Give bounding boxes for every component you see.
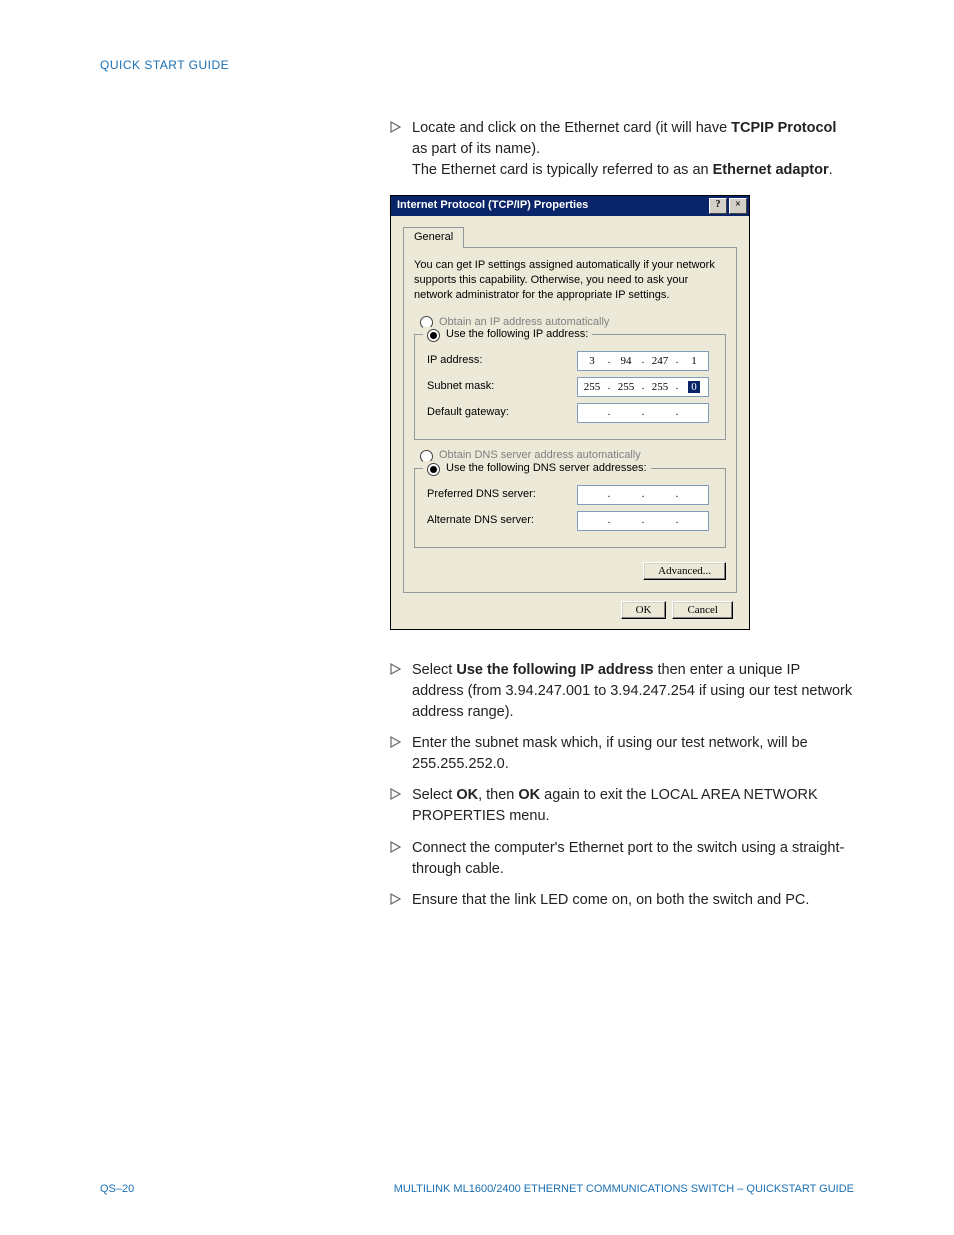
triangle-icon [390,663,402,723]
gateway-input[interactable]: . . . [577,403,709,423]
page-footer: QS–20 MULTILINK ML1600/2400 ETHERNET COM… [100,1183,854,1195]
ip-octet: 3 [578,355,606,367]
help-button[interactable]: ? [709,198,727,214]
page-number: QS–20 [100,1183,134,1195]
step-connect-cable: Connect the computer's Ethernet port to … [390,838,854,880]
radio-label: Use the following DNS server addresses: [446,461,647,477]
ip-octet: 255 [578,381,606,393]
radio-icon [427,329,440,342]
label-preferred-dns: Preferred DNS server: [427,487,577,503]
triangle-icon [390,841,402,880]
label-mask: Subnet mask: [427,379,577,395]
footer-title: MULTILINK ML1600/2400 ETHERNET COMMUNICA… [394,1183,854,1195]
ok-button[interactable]: OK [621,601,667,619]
radio-icon [427,463,440,476]
step-subnet-mask: Enter the subnet mask which, if using ou… [390,733,854,775]
page-header: QUICK START GUIDE [100,58,854,72]
step-select-ip: Select Use the following IP address then… [390,660,854,723]
text: . [829,162,833,178]
step-link-led: Ensure that the link LED come on, on bot… [390,890,854,911]
step-select-ok: Select OK, then OK again to exit the LOC… [390,785,854,827]
text: Locate and click on the Ethernet card (i… [412,120,731,136]
triangle-icon [390,893,402,911]
triangle-icon [390,788,402,827]
subnet-mask-input[interactable]: 255. 255. 255. 0 [577,377,709,397]
text-bold: Ethernet adaptor [713,162,829,178]
ip-octet: 1 [680,355,708,367]
dialog-title: Internet Protocol (TCP/IP) Properties [397,198,707,214]
radio-label: Use the following IP address: [446,327,588,343]
dialog-description: You can get IP settings assigned automat… [414,258,726,303]
advanced-button[interactable]: Advanced... [643,562,726,580]
triangle-icon [390,736,402,775]
text: The Ethernet card is typically referred … [412,162,713,178]
ip-octet: 247 [646,355,674,367]
ip-octet: 0 [680,381,708,393]
label-alternate-dns: Alternate DNS server: [427,513,577,529]
tcpip-properties-dialog: Internet Protocol (TCP/IP) Properties ? … [390,195,750,630]
ip-octet: 255 [612,381,640,393]
text: as part of its name). [412,141,540,157]
cancel-button[interactable]: Cancel [672,601,733,619]
fieldset-use-dns: Use the following DNS server addresses: … [414,468,726,548]
dialog-titlebar: Internet Protocol (TCP/IP) Properties ? … [391,196,749,216]
close-button[interactable]: × [729,198,747,214]
cursor-highlight: 0 [688,381,700,393]
radio-use-dns[interactable]: Use the following DNS server addresses: [423,461,651,477]
step-locate-ethernet: Locate and click on the Ethernet card (i… [390,118,854,181]
alternate-dns-input[interactable]: ... [577,511,709,531]
fieldset-use-ip: Use the following IP address: IP address… [414,334,726,440]
ip-octet: 255 [646,381,674,393]
label-ip: IP address: [427,353,577,369]
tab-general[interactable]: General [403,227,464,248]
text-bold: TCPIP Protocol [731,120,836,136]
triangle-icon [390,121,402,181]
ip-address-input[interactable]: 3. 94. 247. 1 [577,351,709,371]
ip-octet: 94 [612,355,640,367]
radio-use-ip[interactable]: Use the following IP address: [423,327,592,343]
label-gateway: Default gateway: [427,405,577,421]
preferred-dns-input[interactable]: ... [577,485,709,505]
